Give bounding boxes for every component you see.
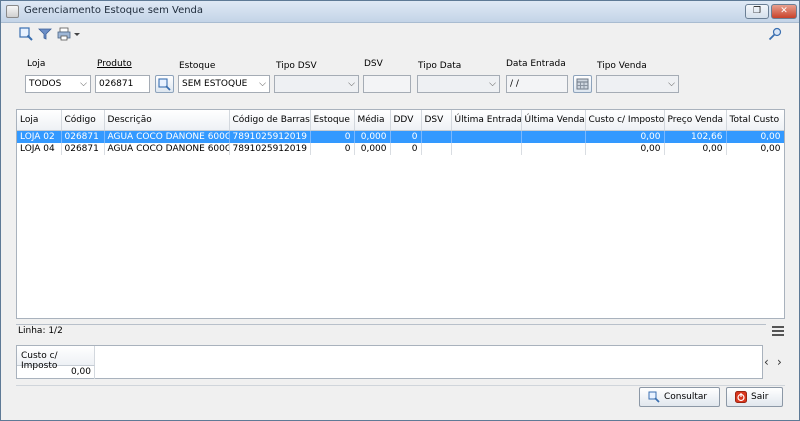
restore-button[interactable]: ❐	[745, 4, 769, 19]
col-loja[interactable]: Loja	[17, 110, 62, 131]
tipo-venda-select[interactable]: ⌵	[596, 75, 679, 93]
cell-codigo-barras: 7891025912019	[229, 142, 311, 155]
cell-ddv: 0	[390, 130, 422, 143]
next-icon[interactable]: ›	[777, 355, 782, 369]
cell-ultima-venda	[521, 142, 586, 155]
col-ultima-venda[interactable]: Última Venda	[521, 110, 586, 131]
tipo-venda-label: Tipo Venda	[597, 61, 647, 71]
loja-select[interactable]: TODOS ⌵	[25, 75, 91, 93]
filter-icon[interactable]	[38, 27, 52, 41]
cell-descricao: AGUA COCO DANONE 600G	[104, 130, 230, 143]
summary-header: Custo c/ Imposto	[17, 346, 95, 371]
col-estoque[interactable]: Estoque	[310, 110, 355, 131]
cell-dsv	[421, 130, 452, 143]
col-dsv[interactable]: DSV	[421, 110, 452, 131]
prev-icon[interactable]: ‹	[764, 355, 769, 369]
cell-loja: LOJA 02	[17, 130, 62, 143]
app-icon	[6, 5, 19, 18]
print-icon[interactable]	[57, 27, 71, 41]
row-status: Linha: 1/2	[16, 324, 766, 337]
col-media[interactable]: Média	[354, 110, 391, 131]
tipo-data-label: Tipo Data	[418, 61, 462, 71]
table-header-row: Loja Código Descrição Código de Barras E…	[17, 110, 784, 131]
table-row[interactable]: LOJA 02 026871 AGUA COCO DANONE 600G 789…	[17, 130, 784, 143]
data-entrada-input[interactable]: / /	[506, 75, 568, 93]
calendar-icon	[576, 78, 589, 90]
cell-preco-venda: 102,66	[664, 130, 727, 143]
col-ddv[interactable]: DDV	[390, 110, 422, 131]
col-codigo-barras[interactable]: Código de Barras	[229, 110, 311, 131]
col-ultima-entrada[interactable]: Última Entrada	[451, 110, 522, 131]
close-button[interactable]: ✕	[771, 4, 797, 19]
tipo-data-select[interactable]: ⌵	[417, 75, 500, 93]
chevron-down-icon[interactable]	[73, 27, 81, 41]
tipo-dsv-select[interactable]: ⌵	[274, 75, 359, 93]
cell-preco-venda: 0,00	[664, 142, 727, 155]
estoque-label: Estoque	[179, 61, 216, 71]
loja-label: Loja	[27, 59, 46, 69]
cell-codigo-barras: 7891025912019	[229, 130, 311, 143]
chevron-down-icon: ⌵	[489, 79, 496, 89]
col-descricao[interactable]: Descrição	[104, 110, 230, 131]
title-bar: Gerenciamento Estoque sem Venda ❐ ✕	[1, 1, 799, 23]
chevron-down-icon: ⌵	[348, 79, 355, 89]
calendar-button[interactable]	[573, 75, 592, 93]
chevron-down-icon: ⌵	[259, 79, 266, 89]
main-window: Gerenciamento Estoque sem Venda ❐ ✕ Loja…	[0, 0, 800, 421]
consultar-button[interactable]: Consultar	[639, 387, 720, 407]
produto-search-button[interactable]	[155, 75, 174, 93]
summary-panel: Custo c/ Imposto 0,00	[16, 345, 763, 379]
dsv-label: DSV	[364, 59, 383, 69]
cell-estoque: 0	[310, 130, 355, 143]
cell-dsv	[421, 142, 452, 155]
cell-custo-imposto: 0,00	[585, 130, 665, 143]
window-title: Gerenciamento Estoque sem Venda	[24, 5, 204, 16]
search-icon	[158, 78, 171, 91]
estoque-select[interactable]: SEM ESTOQUE ⌵	[178, 75, 270, 93]
cell-descricao: AGUA COCO DANONE 600G	[104, 142, 230, 155]
key-icon[interactable]	[768, 27, 782, 41]
cell-ultima-entrada	[451, 142, 522, 155]
sair-button[interactable]: Sair	[726, 387, 783, 407]
estoque-value: SEM ESTOQUE	[182, 79, 248, 89]
filter-panel: Loja TODOS ⌵ Produto 026871 Estoque SEM …	[1, 53, 799, 101]
cell-media: 0,000	[354, 130, 391, 143]
search-icon	[648, 391, 660, 403]
search-icon[interactable]	[19, 27, 33, 41]
produto-input[interactable]: 026871	[95, 75, 150, 93]
data-entrada-label: Data Entrada	[506, 59, 566, 69]
menu-icon[interactable]	[772, 326, 784, 336]
exit-icon	[735, 391, 747, 403]
cell-ultima-entrada	[451, 130, 522, 143]
cell-codigo: 026871	[61, 130, 105, 143]
cell-codigo: 026871	[61, 142, 105, 155]
loja-value: TODOS	[29, 79, 62, 89]
col-custo-imposto[interactable]: Custo c/ Imposto	[585, 110, 665, 131]
cell-ddv: 0	[390, 142, 422, 155]
chevron-down-icon: ⌵	[80, 79, 87, 89]
sair-label: Sair	[751, 392, 769, 402]
cell-total-custo: 0,00	[726, 142, 784, 155]
dsv-input[interactable]	[363, 75, 411, 93]
col-total-custo[interactable]: Total Custo	[726, 110, 784, 131]
col-preco-venda[interactable]: Preço Venda	[664, 110, 727, 131]
cell-estoque: 0	[310, 142, 355, 155]
cell-total-custo: 0,00	[726, 130, 784, 143]
summary-value: 0,00	[17, 366, 95, 379]
tipo-dsv-label: Tipo DSV	[276, 61, 317, 71]
cell-media: 0,000	[354, 142, 391, 155]
cell-loja: LOJA 04	[17, 142, 62, 155]
consultar-label: Consultar	[664, 392, 708, 402]
table-row[interactable]: LOJA 04 026871 AGUA COCO DANONE 600G 789…	[17, 142, 784, 155]
cell-ultima-venda	[521, 130, 586, 143]
col-codigo[interactable]: Código	[61, 110, 105, 131]
chevron-down-icon: ⌵	[668, 79, 675, 89]
produto-label[interactable]: Produto	[97, 59, 132, 69]
toolbar	[1, 23, 799, 45]
cell-custo-imposto: 0,00	[585, 142, 665, 155]
results-table[interactable]: Loja Código Descrição Código de Barras E…	[16, 109, 785, 319]
